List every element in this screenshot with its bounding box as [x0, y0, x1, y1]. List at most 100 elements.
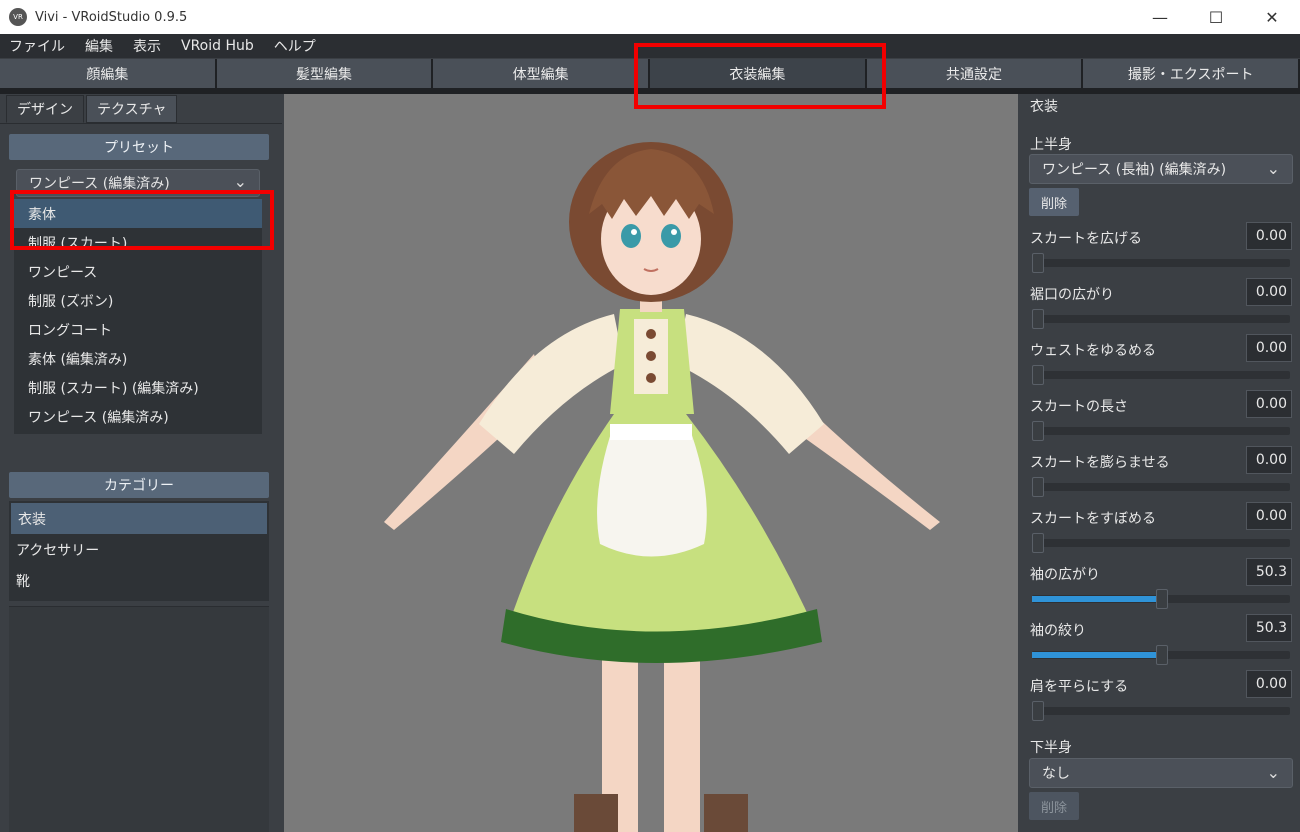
param-label: 袖の広がり: [1030, 567, 1100, 583]
category-header: カテゴリー: [9, 472, 269, 498]
slider-thumb[interactable]: [1032, 365, 1044, 385]
preset-option-bare-body-edited[interactable]: 素体 (編集済み): [14, 344, 262, 373]
slider-thumb[interactable]: [1032, 421, 1044, 441]
param-label: 肩を平らにする: [1030, 679, 1129, 695]
menu-help[interactable]: ヘルプ: [274, 36, 316, 56]
param-label: スカートを膨らませる: [1030, 455, 1170, 471]
param-value-field[interactable]: 0.00: [1246, 446, 1292, 474]
upper-body-select-value: ワンピース (長袖) (編集済み): [1042, 162, 1227, 178]
lower-body-label: 下半身: [1030, 740, 1072, 756]
tab-photo-export[interactable]: 撮影・エクスポート: [1083, 59, 1300, 88]
chevron-down-icon: ⌄: [1266, 159, 1280, 178]
avatar-button: [646, 329, 656, 339]
menu-file[interactable]: ファイル: [9, 36, 65, 56]
param-slider[interactable]: [1032, 253, 1290, 273]
preset-option-uniform-pants[interactable]: 制服 (ズボン): [14, 286, 262, 315]
tab-face-edit[interactable]: 顔編集: [0, 59, 217, 88]
param-slider[interactable]: [1032, 589, 1290, 609]
tab-design[interactable]: デザイン: [6, 95, 84, 123]
avatar-left-eye: [621, 224, 641, 248]
param-value-field[interactable]: 0.00: [1246, 390, 1292, 418]
param-slider[interactable]: [1032, 533, 1290, 553]
chevron-down-icon: ⌄: [233, 172, 247, 191]
avatar-eye-highlight: [631, 229, 637, 235]
upper-body-select[interactable]: ワンピース (長袖) (編集済み) ⌄: [1029, 154, 1293, 184]
param-row: スカートをすぼめる 0.00: [1020, 502, 1300, 558]
vroid-studio-window: VR Vivi - VRoidStudio 0.9.5 — ☐ ✕ ファイル 編…: [0, 0, 1300, 832]
tab-body-edit[interactable]: 体型編集: [433, 59, 651, 88]
slider-thumb[interactable]: [1032, 477, 1044, 497]
3d-viewport[interactable]: [284, 94, 1018, 832]
outfit-section-title: 衣装: [1030, 99, 1058, 115]
param-row: スカートを膨らませる 0.00: [1020, 446, 1300, 502]
tab-hair-edit[interactable]: 髪型編集: [216, 59, 434, 88]
param-label: スカートをすぼめる: [1030, 511, 1156, 527]
preset-option-uniform-skirt-edited[interactable]: 制服 (スカート) (編集済み): [14, 373, 262, 402]
param-slider[interactable]: [1032, 477, 1290, 497]
param-slider[interactable]: [1032, 645, 1290, 665]
slider-thumb[interactable]: [1032, 701, 1044, 721]
highlight-bare-body-option: [10, 190, 274, 250]
param-label: スカートを広げる: [1030, 231, 1142, 247]
param-value-field[interactable]: 0.00: [1246, 222, 1292, 250]
param-slider[interactable]: [1032, 421, 1290, 441]
param-value-field[interactable]: 0.00: [1246, 670, 1292, 698]
param-value-field[interactable]: 50.3: [1246, 614, 1292, 642]
slider-fill: [1032, 652, 1162, 658]
upper-delete-button[interactable]: 削除: [1029, 188, 1079, 216]
param-slider[interactable]: [1032, 701, 1290, 721]
category-item-shoes[interactable]: 靴: [9, 565, 269, 596]
param-label: スカートの長さ: [1030, 399, 1128, 415]
lower-body-select[interactable]: なし ⌄: [1029, 758, 1293, 788]
menu-view[interactable]: 表示: [133, 36, 161, 56]
lower-body-select-value: なし: [1042, 766, 1070, 782]
right-panel: 衣装 上半身 ワンピース (長袖) (編集済み) ⌄ 削除 スカートを広げる 0…: [1020, 94, 1300, 832]
param-row: ウェストをゆるめる 0.00: [1020, 334, 1300, 390]
slider-fill: [1032, 596, 1162, 602]
window-title: Vivi - VRoidStudio 0.9.5: [35, 9, 188, 25]
upper-body-label: 上半身: [1030, 137, 1072, 153]
param-value-field[interactable]: 0.00: [1246, 502, 1292, 530]
slider-thumb[interactable]: [1155, 589, 1168, 609]
param-row: スカートの長さ 0.00: [1020, 390, 1300, 446]
param-slider[interactable]: [1032, 309, 1290, 329]
slider-thumb[interactable]: [1032, 309, 1044, 329]
avatar-left-boot: [574, 794, 618, 832]
sub-tab-bar: デザイン テクスチャ: [0, 94, 282, 124]
category-list: 衣装 アクセサリー 靴: [9, 501, 269, 601]
slider-thumb[interactable]: [1032, 253, 1044, 273]
param-value-field[interactable]: 50.3: [1246, 558, 1292, 586]
avatar-right-boot: [704, 794, 748, 832]
tab-texture[interactable]: テクスチャ: [86, 95, 178, 123]
preset-option-one-piece-edited[interactable]: ワンピース (編集済み): [14, 402, 262, 431]
close-icon[interactable]: ✕: [1244, 0, 1300, 34]
menu-edit[interactable]: 編集: [85, 36, 113, 56]
maximize-icon[interactable]: ☐: [1188, 0, 1244, 34]
avatar-preview: [384, 142, 940, 832]
lower-delete-button[interactable]: 削除: [1029, 792, 1079, 820]
category-item-accessory[interactable]: アクセサリー: [9, 534, 269, 565]
param-slider[interactable]: [1032, 365, 1290, 385]
highlight-outfit-tab: [634, 43, 886, 109]
avatar-button: [646, 351, 656, 361]
slider-thumb[interactable]: [1032, 533, 1044, 553]
slider-thumb[interactable]: [1155, 645, 1168, 665]
category-item-outfit[interactable]: 衣装: [11, 503, 267, 534]
param-label: ウェストをゆるめる: [1030, 343, 1156, 359]
title-bar: VR Vivi - VRoidStudio 0.9.5 — ☐ ✕: [0, 0, 1300, 34]
param-value-field[interactable]: 0.00: [1246, 334, 1292, 362]
app-icon: VR: [9, 8, 27, 26]
preset-option-long-coat[interactable]: ロングコート: [14, 315, 262, 344]
avatar-button: [646, 373, 656, 383]
param-row: 裾口の広がり 0.00: [1020, 278, 1300, 334]
param-value-field[interactable]: 0.00: [1246, 278, 1292, 306]
chevron-down-icon: ⌄: [1266, 763, 1280, 782]
tab-common-settings[interactable]: 共通設定: [866, 59, 1084, 88]
minimize-icon[interactable]: —: [1132, 0, 1188, 34]
param-label: 袖の絞り: [1030, 623, 1086, 639]
preset-option-one-piece[interactable]: ワンピース: [14, 257, 262, 286]
param-row: 肩を平らにする 0.00: [1020, 670, 1300, 726]
left-panel-empty-area: [9, 606, 269, 832]
menu-vroid-hub[interactable]: VRoid Hub: [181, 38, 254, 54]
param-row: スカートを広げる 0.00: [1020, 222, 1300, 278]
